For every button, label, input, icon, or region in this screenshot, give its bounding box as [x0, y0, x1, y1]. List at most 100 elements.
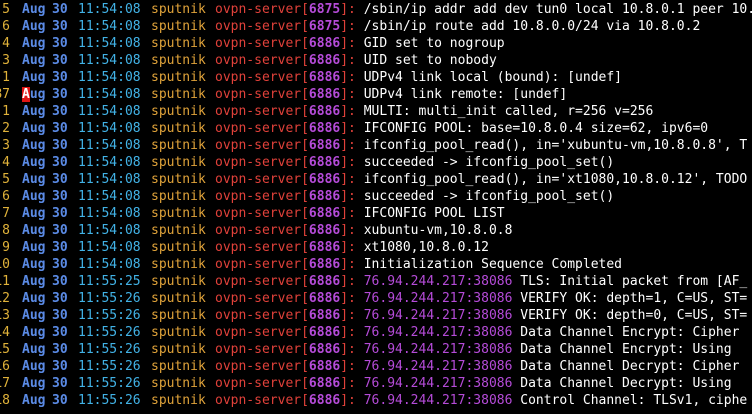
log-pid: 6886 [308, 240, 341, 255]
log-pid: 6886 [308, 376, 341, 391]
log-message: /sbin/ip route add 10.8.0.0/24 via 10.8.… [363, 19, 701, 34]
log-message: Control Channel: TLSv1, ciphe [520, 393, 748, 408]
log-pid: 6875 [308, 19, 341, 34]
log-process-close: ]: [340, 393, 356, 408]
log-day: 30 [52, 189, 68, 204]
line-number: 2 [2, 121, 10, 136]
log-host: sputnik [151, 155, 206, 170]
log-pid: 6886 [308, 121, 341, 136]
log-day: 30 [52, 104, 68, 119]
log-month: Aug [22, 2, 46, 17]
log-pid: 6886 [308, 308, 341, 323]
log-line[interactable]: 2 Aug 30 11:54:08 sputnik ovpn-server[6886]: … [0, 120, 752, 137]
log-host: sputnik [151, 104, 206, 119]
line-number: 4 [2, 155, 10, 170]
log-process-close: ]: [340, 53, 356, 68]
log-day: 30 [52, 53, 68, 68]
log-process-close: ]: [340, 138, 356, 153]
log-day: 30 [52, 274, 68, 289]
log-message: Data Channel Encrypt: Using [520, 342, 732, 357]
log-time: 11:55:26 [78, 291, 141, 306]
log-line[interactable]: 10 Aug 30 11:54:08 sputnik ovpn-server[6886]:… [0, 256, 752, 273]
log-month: Aug [22, 172, 46, 187]
log-body: ovpn-server[6886]: UID set to nobody [215, 52, 497, 69]
log-body: ovpn-server[6886]: succeeded -> ifconfig… [215, 188, 614, 205]
log-day: 30 [52, 359, 68, 374]
log-line[interactable]: 6 Aug 30 11:54:08 sputnik ovpn-server[6875]: … [0, 18, 752, 35]
log-pid: 6886 [308, 104, 341, 119]
log-line[interactable]: 1 Aug 30 11:54:08 sputnik ovpn-server[6886]: … [0, 103, 752, 120]
log-time: 11:54:08 [78, 189, 141, 204]
log-month: Aug [22, 19, 46, 34]
log-time: 11:54:08 [78, 2, 141, 17]
log-pid: 6886 [308, 53, 341, 68]
log-line[interactable]: 5 Aug 30 11:54:08 sputnik ovpn-server[6875]: … [0, 1, 752, 18]
log-line[interactable]: 9 Aug 30 11:54:08 sputnik ovpn-server[6886]: … [0, 239, 752, 256]
log-line[interactable]: 5 Aug 30 11:54:08 sputnik ovpn-server[6886]: … [0, 171, 752, 188]
log-time: 11:54:08 [78, 19, 141, 34]
log-month: Aug [22, 70, 46, 85]
log-line[interactable]: 17 Aug 30 11:55:26 sputnik ovpn-server[6886]:… [0, 375, 752, 392]
log-message: GID set to nogroup [363, 36, 505, 51]
log-line[interactable]: 3 Aug 30 11:54:08 sputnik ovpn-server[6886]: … [0, 52, 752, 69]
log-time: 11:54:08 [78, 223, 141, 238]
log-line[interactable]: 11 Aug 30 11:55:25 sputnik ovpn-server[6886]:… [0, 273, 752, 290]
log-body: ovpn-server[6886]: 76.94.244.217:38086 V… [215, 290, 747, 307]
log-pid: 6886 [308, 189, 341, 204]
log-line[interactable]: 1 Aug 30 11:54:08 sputnik ovpn-server[6886]: … [0, 69, 752, 86]
log-line[interactable]: 4 Aug 30 11:54:08 sputnik ovpn-server[6886]: … [0, 154, 752, 171]
log-body: ovpn-server[6875]: /sbin/ip addr add dev… [215, 1, 752, 18]
log-day: 30 [52, 393, 68, 408]
log-pid: 6886 [308, 325, 341, 340]
log-time: 11:55:25 [78, 274, 141, 289]
log-month: Aug [22, 53, 46, 68]
log-line[interactable]: 4 Aug 30 11:54:08 sputnik ovpn-server[6886]: … [0, 35, 752, 52]
log-time: 11:55:26 [78, 393, 141, 408]
log-host: sputnik [151, 172, 206, 187]
log-message: VERIFY OK: depth=1, C=US, ST= [520, 291, 748, 306]
log-process: ovpn-server[ [215, 155, 309, 170]
log-message: Initialization Sequence Completed [363, 257, 622, 272]
log-time: 11:54:08 [78, 257, 141, 272]
log-pid: 6886 [308, 223, 341, 238]
log-host: sputnik [151, 206, 206, 221]
log-line[interactable]: 7 Aug 30 11:54:08 sputnik ovpn-server[6886]: … [0, 205, 752, 222]
log-line[interactable]: 12 Aug 30 11:55:26 sputnik ovpn-server[6886]:… [0, 290, 752, 307]
log-line[interactable]: 3 Aug 30 11:54:08 sputnik ovpn-server[6886]: … [0, 137, 752, 154]
line-number: 18 [0, 393, 10, 408]
log-process-close: ]: [340, 189, 356, 204]
log-message: xubuntu-vm,10.8.0.8 [363, 223, 513, 238]
log-process-close: ]: [340, 206, 356, 221]
terminal-window[interactable]: 5 Aug 30 11:54:08 sputnik ovpn-server[6875]: … [0, 0, 752, 414]
log-pid: 6886 [308, 274, 341, 289]
log-line[interactable]: 18 Aug 30 11:55:26 sputnik ovpn-server[6886]:… [0, 392, 752, 409]
log-line[interactable]: 6 Aug 30 11:54:08 sputnik ovpn-server[6886]: … [0, 188, 752, 205]
log-message: UID set to nobody [363, 53, 497, 68]
log-process-close: ]: [340, 240, 356, 255]
log-pid: 6886 [308, 393, 341, 408]
log-time: 11:55:26 [78, 359, 141, 374]
log-line[interactable]: 16 Aug 30 11:55:26 sputnik ovpn-server[6886]:… [0, 358, 752, 375]
log-process-close: ]: [340, 36, 356, 51]
log-line[interactable]: 14 Aug 30 11:55:26 sputnik ovpn-server[6886]:… [0, 324, 752, 341]
log-line[interactable]: 15 Aug 30 11:55:26 sputnik ovpn-server[6886]:… [0, 341, 752, 358]
log-process-close: ]: [340, 19, 356, 34]
cursor: A [22, 87, 30, 102]
line-number: 13 [0, 308, 10, 323]
log-message: xt1080,10.8.0.12 [363, 240, 489, 255]
log-process-close: ]: [340, 308, 356, 323]
log-host: sputnik [151, 274, 206, 289]
log-time: 11:54:08 [78, 172, 141, 187]
line-number: 14 [0, 325, 10, 340]
log-month: Aug [22, 291, 46, 306]
log-process: ovpn-server[ [215, 121, 309, 136]
log-line[interactable]: 87 Aug 30 11:54:08 sputnik ovpn-server[6886]:… [0, 86, 752, 103]
log-body: ovpn-server[6886]: xt1080,10.8.0.12 [215, 239, 489, 256]
log-month: Aug [22, 104, 46, 119]
log-month: Aug [22, 189, 46, 204]
log-line[interactable]: 8 Aug 30 11:54:08 sputnik ovpn-server[6886]: … [0, 222, 752, 239]
log-day: 30 [52, 121, 68, 136]
log-process: ovpn-server[ [215, 359, 309, 374]
log-process: ovpn-server[ [215, 19, 309, 34]
log-line[interactable]: 13 Aug 30 11:55:26 sputnik ovpn-server[6886]:… [0, 307, 752, 324]
